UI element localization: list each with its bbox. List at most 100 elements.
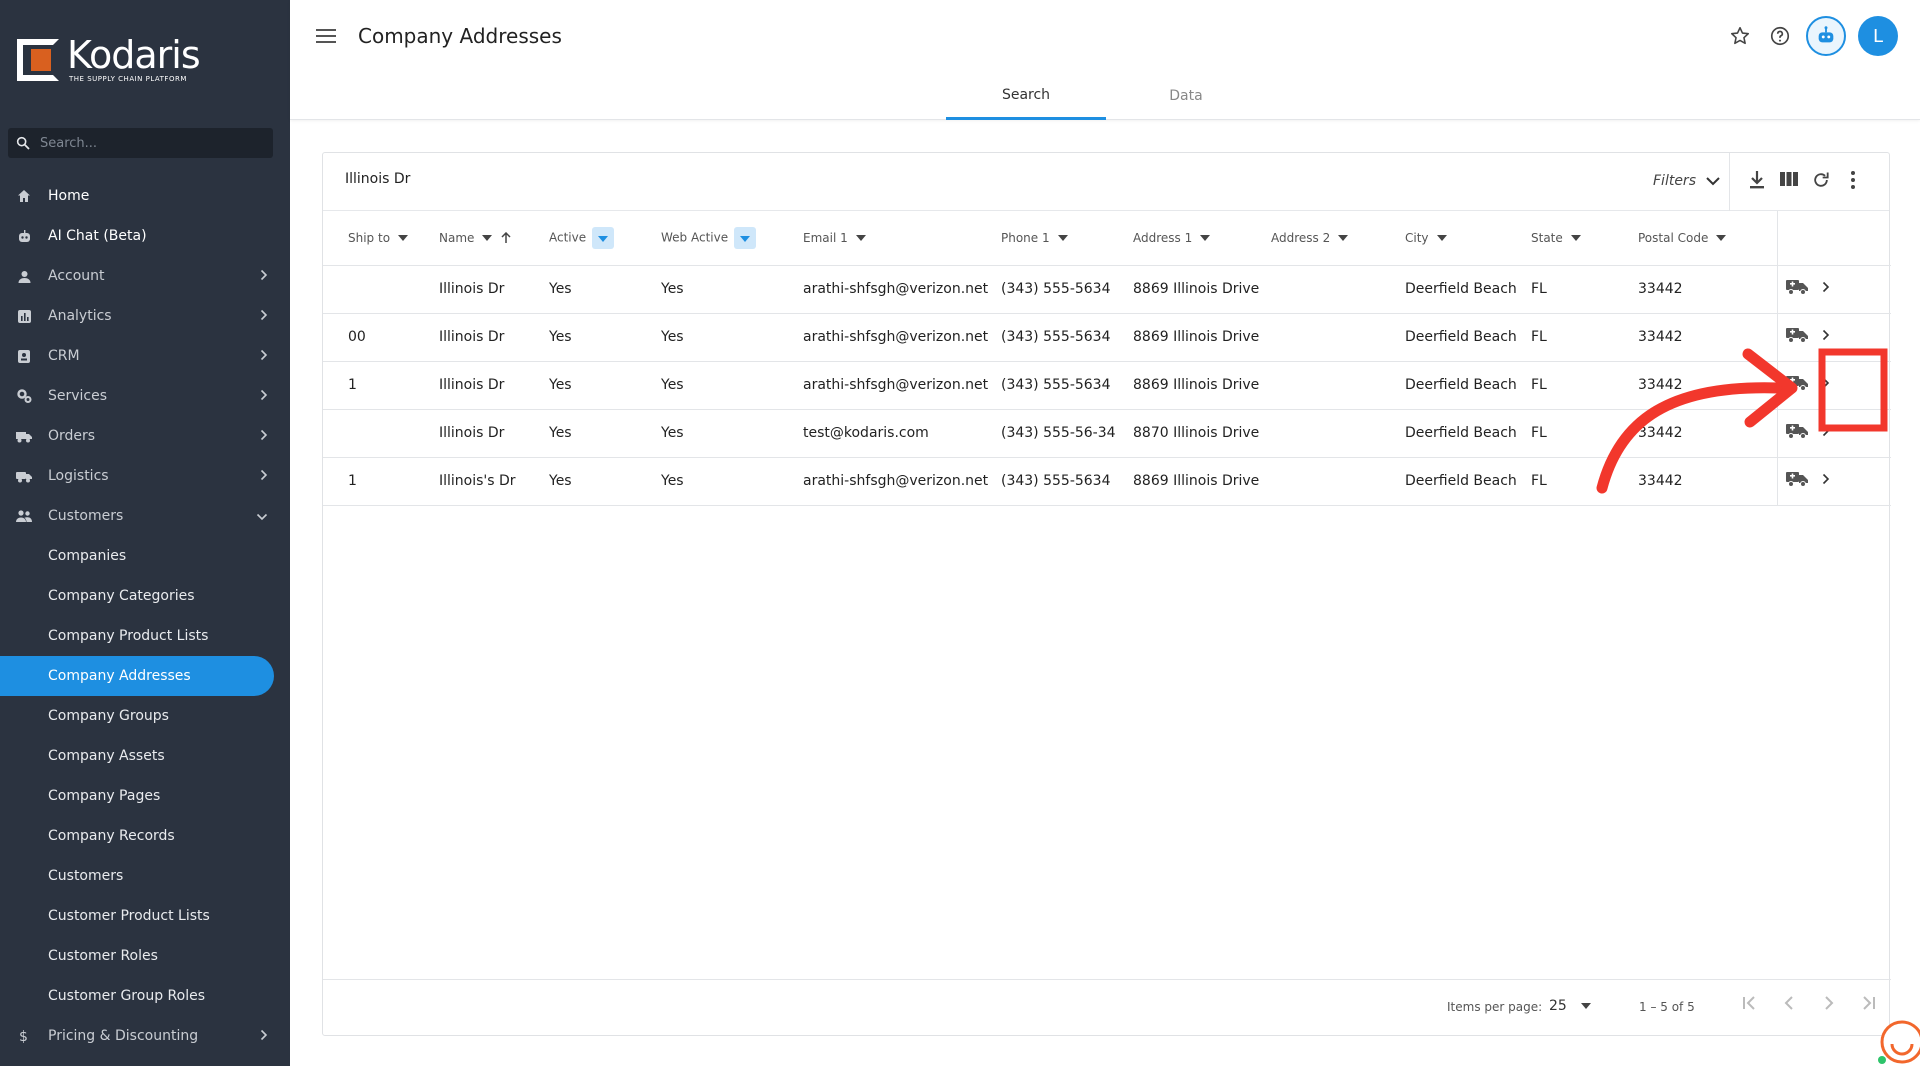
column-header-state[interactable]: State [1531,211,1638,266]
sidebar-item-account[interactable]: Account [0,256,290,296]
row-open-chevron-icon[interactable] [1822,473,1830,489]
column-filter-dropdown[interactable] [592,226,615,249]
sidebar-item-ai-chat-beta[interactable]: AI Chat (Beta) [0,216,290,256]
page-title: Company Addresses [358,24,562,48]
shipping-truck-icon[interactable] [1785,423,1808,443]
svg-text:$: $ [19,1029,28,1044]
cell-name: Illinois's Dr [439,457,549,506]
sidebar-item-crm[interactable]: CRM [0,336,290,376]
sidebar-subitem-customer-roles[interactable]: Customer Roles [0,936,290,976]
shipping-truck-icon[interactable] [1785,471,1808,491]
column-filter-dropdown[interactable] [734,226,757,249]
refresh-icon[interactable] [1805,170,1837,190]
hamburger-menu-icon[interactable] [316,28,336,48]
download-icon[interactable] [1741,170,1773,190]
column-header-web-active[interactable]: Web Active [661,211,803,266]
sidebar-subitem-customers[interactable]: Customers [0,856,290,896]
sidebar-item-pricing-discounting[interactable]: $ Pricing & Discounting [0,1016,290,1056]
last-page-icon[interactable] [1849,994,1889,1012]
table-row[interactable]: Illinois Dr Yes Yes arathi-shfsgh@verizon.n… [323,265,1891,314]
favorite-star-icon[interactable] [1726,22,1754,50]
row-open-chevron-icon[interactable] [1822,329,1830,345]
sidebar-item-home[interactable]: Home [0,176,290,216]
kodaris-logo[interactable]: Kodaris THE SUPPLY CHAIN PLATFORM [17,36,201,83]
cell-postal-code: 33442 [1638,265,1777,314]
cell-ship-to: 00 [323,313,439,362]
sidebar-subitem-company-product-lists[interactable]: Company Product Lists [0,616,290,656]
cell-address-2 [1271,265,1405,314]
help-icon[interactable] [1766,22,1794,50]
column-header-address-1[interactable]: Address 1 [1133,211,1271,266]
more-options-icon[interactable] [1837,170,1869,190]
shipping-truck-icon[interactable] [1785,327,1808,347]
tab-data[interactable]: Data [1106,72,1266,120]
column-header-name[interactable]: Name [439,211,549,266]
sidebar-subitem-customer-product-lists[interactable]: Customer Product Lists [0,896,290,936]
sidebar-subitem-companies[interactable]: Companies [0,536,290,576]
columns-icon[interactable] [1773,170,1805,190]
user-avatar[interactable]: L [1858,16,1898,56]
sidebar-subitem-company-categories[interactable]: Company Categories [0,576,290,616]
cell-state: FL [1531,361,1638,410]
column-header-phone-1[interactable]: Phone 1 [1001,211,1133,266]
sidebar-item-services[interactable]: Services [0,376,290,416]
cell-postal-code: 33442 [1638,457,1777,506]
search-input[interactable] [345,171,745,187]
next-page-icon[interactable] [1809,994,1849,1012]
sidebar-search-input[interactable] [40,135,240,151]
cell-state: FL [1531,313,1638,362]
sidebar-item-customers[interactable]: Customers [0,496,290,536]
results-card: Filters Ship toNameActiveWeb ActiveEmail… [322,152,1891,1036]
cell-name: Illinois Dr [439,409,549,458]
column-header-city[interactable]: City [1405,211,1531,266]
cell-phone-1: (343) 555-5634 [1001,265,1133,314]
sidebar-item-logistics[interactable]: Logistics [0,456,290,496]
column-header-ship-to[interactable]: Ship to [323,211,439,266]
items-per-page-select[interactable]: 25 [1549,998,1591,1014]
cell-city: Deerfield Beach [1405,409,1531,458]
chat-support-icon[interactable] [1876,1016,1920,1066]
cell-ship-to [323,265,439,314]
cell-name: Illinois Dr [439,361,549,410]
items-per-page-label: Items per page: [1447,1000,1543,1014]
sidebar-subitem-company-assets[interactable]: Company Assets [0,736,290,776]
filters-dropdown[interactable]: Filters [1653,173,1720,189]
sidebar-item-label: Home [48,188,90,204]
cell-address-1: 8869 Illinois Drive [1133,313,1271,362]
cell-name: Illinois Dr [439,265,549,314]
ai-assistant-icon[interactable] [1806,16,1846,56]
table-row[interactable]: 1 Illinois Dr Yes Yes arathi-shfsgh@verizon.… [323,361,1891,410]
sidebar-subitem-company-records[interactable]: Company Records [0,816,290,856]
sidebar-item-analytics[interactable]: Analytics [0,296,290,336]
column-header-postal-code[interactable]: Postal Code [1638,211,1777,266]
column-header-email-1[interactable]: Email 1 [803,211,1001,266]
column-header-active[interactable]: Active [549,211,661,266]
row-open-chevron-icon[interactable] [1822,377,1830,393]
sidebar-subitem-company-addresses[interactable]: Company Addresses [0,656,274,696]
cell-ship-to: 1 [323,457,439,506]
row-open-chevron-icon[interactable] [1822,281,1830,297]
cell-ship-to [323,409,439,458]
tab-search[interactable]: Search [946,72,1106,120]
table-row[interactable]: 1 Illinois's Dr Yes Yes arathi-shfsgh@verizo… [323,457,1891,506]
sidebar-subitem-customer-group-roles[interactable]: Customer Group Roles [0,976,290,1016]
previous-page-icon[interactable] [1769,994,1809,1012]
shipping-truck-icon[interactable] [1785,375,1808,395]
table-row[interactable]: Illinois Dr Yes Yes test@kodaris.com (343) 5… [323,409,1891,458]
row-open-chevron-icon[interactable] [1822,425,1830,441]
table-row[interactable]: 00 Illinois Dr Yes Yes arathi-shfsgh@verizon… [323,313,1891,362]
cell-email-1: arathi-shfsgh@verizon.net [803,361,1001,410]
shipping-truck-icon[interactable] [1785,279,1808,299]
cell-address-1: 8869 Illinois Drive [1133,361,1271,410]
cell-address-1: 8870 Illinois Drive [1133,409,1271,458]
cell-email-1: test@kodaris.com [803,409,1001,458]
column-header-address-2[interactable]: Address 2 [1271,211,1405,266]
first-page-icon[interactable] [1729,994,1769,1012]
sidebar-item-orders[interactable]: Orders [0,416,290,456]
sidebar-subitem-company-groups[interactable]: Company Groups [0,696,290,736]
cell-postal-code: 33442 [1638,313,1777,362]
sidebar-search[interactable] [8,128,273,158]
cell-web-active: Yes [661,313,803,362]
sidebar-subitem-company-pages[interactable]: Company Pages [0,776,290,816]
cell-web-active: Yes [661,361,803,410]
